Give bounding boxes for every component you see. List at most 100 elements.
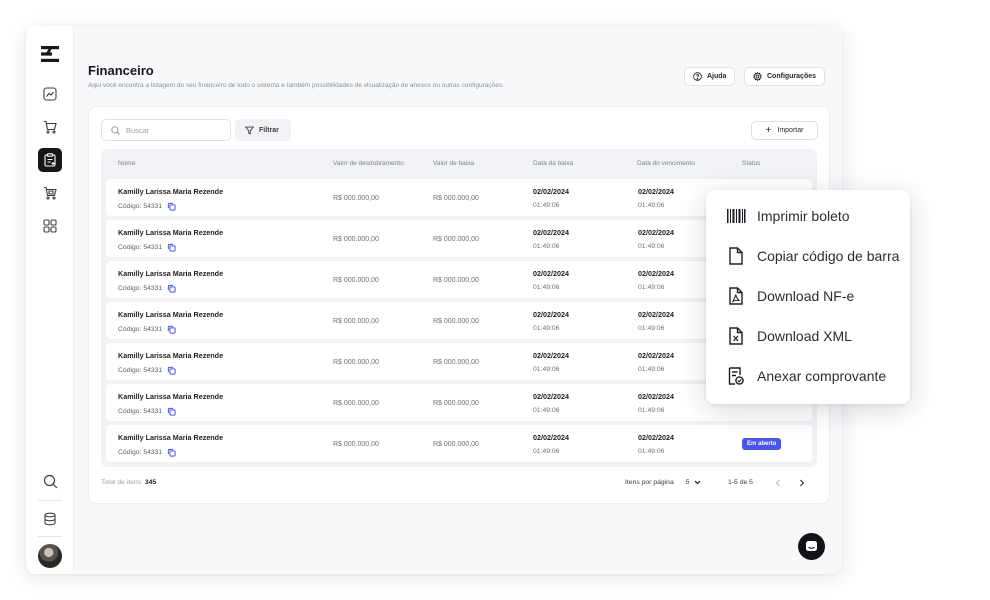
- status-badge: Em aberto: [742, 438, 782, 450]
- row-split-value: R$ 000.000,00: [333, 318, 379, 325]
- filter-icon: [245, 126, 254, 135]
- receipt-check-icon: [728, 367, 744, 385]
- pdf-file-icon: [729, 287, 743, 305]
- column-header-split-value[interactable]: Valor de desdobramento: [333, 160, 404, 167]
- row-paid-value: R$ 000.000,00: [433, 195, 479, 202]
- per-page-selector[interactable]: Itens por página 5: [625, 479, 701, 486]
- column-header-status[interactable]: Status: [742, 160, 760, 167]
- copy-icon[interactable]: [167, 407, 176, 416]
- row-paid-time: 01:49:06: [533, 448, 560, 455]
- import-button[interactable]: + Importar: [751, 121, 818, 140]
- dashboard-icon[interactable]: [38, 82, 62, 106]
- row-name: Kamilly Larissa Maria Rezende: [118, 269, 224, 278]
- row-code-text: Código: 54331: [118, 326, 163, 333]
- chat-icon: [806, 541, 817, 551]
- row-split-value: R$ 000.000,00: [333, 277, 379, 284]
- delivery-cart-icon[interactable]: [38, 181, 62, 205]
- menu-item-attach-receipt[interactable]: Anexar comprovante: [726, 364, 910, 388]
- copy-icon[interactable]: [167, 366, 176, 375]
- database-icon[interactable]: [38, 507, 62, 531]
- barcode-icon: [727, 209, 746, 223]
- copy-icon[interactable]: [167, 202, 176, 211]
- gear-icon: [753, 72, 762, 81]
- row-code: Código: 54331: [118, 202, 176, 211]
- row-paid-date: 02/02/2024: [533, 310, 569, 319]
- per-page-label: Itens por página: [625, 479, 674, 486]
- next-page-button[interactable]: [799, 479, 805, 487]
- row-paid-value: R$ 000.000,00: [433, 277, 479, 284]
- row-split-value: R$ 000.000,00: [333, 441, 379, 448]
- row-name: Kamilly Larissa Maria Rezende: [118, 433, 224, 442]
- apps-grid-icon[interactable]: [38, 214, 62, 238]
- row-split-value: R$ 000.000,00: [333, 400, 379, 407]
- table-row[interactable]: Kamilly Larissa Maria Rezende Código: 543…: [106, 425, 812, 462]
- column-header-paid-value[interactable]: Valor de baixa: [433, 160, 474, 167]
- financial-icon[interactable]: [38, 148, 62, 172]
- search-icon[interactable]: [38, 469, 62, 493]
- menu-item-print-boleto[interactable]: Imprimir boleto: [726, 204, 910, 228]
- plus-icon: +: [765, 124, 772, 136]
- chevron-right-icon[interactable]: [799, 479, 805, 487]
- sidebar-divider: [38, 536, 62, 537]
- row-code-text: Código: 54331: [118, 203, 163, 210]
- row-code-text: Código: 54331: [118, 449, 163, 456]
- copy-icon[interactable]: [167, 325, 176, 334]
- row-code: Código: 54331: [118, 407, 176, 416]
- copy-icon[interactable]: [167, 243, 176, 252]
- column-header-due-date[interactable]: Data do vencimento: [637, 160, 695, 167]
- filter-button[interactable]: Filtrar: [235, 119, 291, 141]
- cart-icon[interactable]: [38, 115, 62, 139]
- menu-item-download-xml[interactable]: Download XML: [726, 324, 910, 348]
- chevron-left-icon[interactable]: [775, 479, 781, 487]
- copy-icon[interactable]: [167, 284, 176, 293]
- row-paid-value: R$ 000.000,00: [433, 236, 479, 243]
- row-due-time: 01:49:06: [638, 243, 665, 250]
- per-page-value[interactable]: 5: [686, 479, 690, 486]
- row-code: Código: 54331: [118, 243, 176, 252]
- row-context-menu: Imprimir boleto Copiar código de barra D…: [706, 190, 910, 404]
- search-input[interactable]: Buscar: [101, 119, 231, 141]
- row-paid-time: 01:49:06: [533, 325, 560, 332]
- avatar[interactable]: [38, 544, 62, 568]
- row-paid-value: R$ 000.000,00: [433, 441, 479, 448]
- column-header-paid-date[interactable]: Data da baixa: [533, 160, 573, 167]
- menu-item-label: Imprimir boleto: [757, 208, 850, 224]
- menu-item-copy-barcode[interactable]: Copiar código de barra: [726, 244, 910, 268]
- logo-icon[interactable]: [38, 42, 62, 66]
- menu-item-label: Anexar comprovante: [757, 368, 887, 384]
- row-split-value: R$ 000.000,00: [333, 195, 379, 202]
- menu-item-label: Download XML: [757, 328, 852, 344]
- row-paid-time: 01:49:06: [533, 366, 560, 373]
- row-due-date: 02/02/2024: [638, 392, 674, 401]
- settings-button[interactable]: Configurações: [744, 67, 826, 86]
- row-due-time: 01:49:06: [638, 407, 665, 414]
- row-code: Código: 54331: [118, 284, 176, 293]
- row-name: Kamilly Larissa Maria Rezende: [118, 187, 224, 196]
- row-paid-value: R$ 000.000,00: [433, 318, 479, 325]
- column-header-name[interactable]: Nome: [118, 160, 135, 167]
- page-range-label: 1-5 de 5: [728, 479, 753, 486]
- row-due-date: 02/02/2024: [638, 187, 674, 196]
- chevron-down-icon[interactable]: [694, 480, 701, 485]
- row-split-value: R$ 000.000,00: [333, 236, 379, 243]
- row-due-time: 01:49:06: [638, 448, 665, 455]
- total-value: 345: [144, 479, 157, 486]
- settings-label: Configurações: [767, 73, 817, 80]
- copy-icon[interactable]: [167, 448, 176, 457]
- xml-file-icon: [729, 327, 743, 345]
- prev-page-button[interactable]: [775, 479, 781, 487]
- row-due-date: 02/02/2024: [638, 310, 674, 319]
- total-label: Total de itens:: [101, 479, 143, 486]
- row-due-date: 02/02/2024: [638, 351, 674, 360]
- row-split-value: R$ 000.000,00: [333, 359, 379, 366]
- row-name: Kamilly Larissa Maria Rezende: [118, 310, 224, 319]
- help-button[interactable]: Ajuda: [684, 67, 736, 86]
- sidebar-divider: [38, 500, 62, 501]
- row-name: Kamilly Larissa Maria Rezende: [118, 228, 224, 237]
- chat-button[interactable]: [798, 533, 825, 560]
- row-code: Código: 54331: [118, 366, 176, 375]
- menu-item-download-nfe[interactable]: Download NF-e: [726, 284, 910, 308]
- help-label: Ajuda: [707, 73, 727, 80]
- page-subtitle: Aqui você encontra a listagem do seu fin…: [88, 82, 504, 89]
- row-due-time: 01:49:06: [638, 366, 665, 373]
